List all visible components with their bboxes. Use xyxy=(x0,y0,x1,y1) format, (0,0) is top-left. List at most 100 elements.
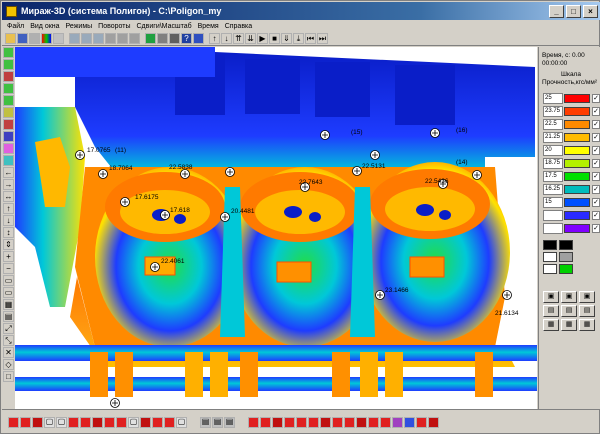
arrow-down-small-icon[interactable]: ↓ xyxy=(3,215,14,226)
legend-checkbox[interactable]: ✓ xyxy=(592,224,600,233)
arrow-left-icon[interactable]: ← xyxy=(3,167,14,178)
legend-row[interactable]: 23.75 ✓ xyxy=(543,106,600,117)
legend-row[interactable]: ✓ xyxy=(543,223,600,234)
copy-icon[interactable]: ▭ xyxy=(3,275,14,286)
view-front-icon[interactable] xyxy=(105,33,116,44)
color-red-icon[interactable] xyxy=(416,416,427,428)
probe-icon[interactable] xyxy=(3,47,14,58)
down-end-icon[interactable]: ⤓ xyxy=(293,33,304,44)
probe-list-icon[interactable] xyxy=(3,95,14,106)
legend-row[interactable]: 17.5 ✓ xyxy=(543,171,600,182)
arrow-up-small-icon[interactable]: ↑ xyxy=(3,203,14,214)
black-swatch[interactable] xyxy=(543,240,557,250)
legend-row[interactable]: 18.75 ✓ xyxy=(543,158,600,169)
color-red-icon[interactable] xyxy=(92,416,103,428)
chart-icon[interactable] xyxy=(53,33,64,44)
legend-row[interactable]: ✓ xyxy=(543,210,600,221)
rotate-y-icon[interactable] xyxy=(81,33,92,44)
probe-export-icon[interactable] xyxy=(3,131,14,142)
down-fast-icon[interactable]: ⇓ xyxy=(281,33,292,44)
fill-icon[interactable] xyxy=(145,33,156,44)
color-red-icon[interactable] xyxy=(104,416,115,428)
color-red-icon[interactable] xyxy=(344,416,355,428)
black-swatch[interactable] xyxy=(559,240,573,250)
rotate-z-icon[interactable] xyxy=(93,33,104,44)
probe-remove-icon[interactable] xyxy=(3,71,14,82)
paste-icon[interactable]: ▭ xyxy=(3,287,14,298)
probe-graph-icon[interactable] xyxy=(3,107,14,118)
move-vertical-icon[interactable]: ↕ xyxy=(3,227,14,238)
probe-marker[interactable] xyxy=(352,166,362,176)
tool-button[interactable]: ▣ xyxy=(561,291,577,303)
color-red-icon[interactable] xyxy=(260,416,271,428)
color-red-icon[interactable] xyxy=(248,416,259,428)
legend-checkbox[interactable]: ✓ xyxy=(592,120,600,129)
arrow-right-icon[interactable]: → xyxy=(3,179,14,190)
help-icon[interactable]: ? xyxy=(181,33,192,44)
probe-marker[interactable] xyxy=(225,167,235,177)
legend-row[interactable]: 22.5 ✓ xyxy=(543,119,600,130)
arrow-down-icon[interactable]: ↓ xyxy=(221,33,232,44)
color-red-icon[interactable] xyxy=(80,416,91,428)
menu-file[interactable]: Файл xyxy=(4,23,27,30)
color-red-icon[interactable] xyxy=(140,416,151,428)
step-down-icon[interactable]: ⇊ xyxy=(245,33,256,44)
table-icon[interactable]: ▤ xyxy=(3,311,14,322)
menu-time[interactable]: Время xyxy=(195,23,222,30)
mesh-icon[interactable] xyxy=(157,33,168,44)
probe-marker[interactable] xyxy=(75,150,85,160)
color-red-icon[interactable] xyxy=(308,416,319,428)
zoom-in-icon[interactable]: + xyxy=(3,251,14,262)
frame-icon[interactable]: □ xyxy=(3,371,14,382)
menu-modes[interactable]: Режимы xyxy=(63,23,96,30)
probe-marker[interactable] xyxy=(370,150,380,160)
color-blue-icon[interactable] xyxy=(404,416,415,428)
probe-move-icon[interactable] xyxy=(3,83,14,94)
tool-button[interactable]: ▦ xyxy=(561,319,577,331)
legend-checkbox[interactable]: ✓ xyxy=(592,107,600,116)
book-icon[interactable] xyxy=(193,33,204,44)
expand-icon[interactable]: ⤢ xyxy=(3,323,14,334)
arrow-up-icon[interactable]: ↑ xyxy=(209,33,220,44)
probe-marker[interactable] xyxy=(220,212,230,222)
color-purple-icon[interactable] xyxy=(392,416,403,428)
gray-swatch[interactable] xyxy=(559,252,573,262)
white-swatch[interactable] xyxy=(543,252,557,262)
cube-icon[interactable]: ▢ xyxy=(128,416,139,428)
layers-icon[interactable]: ▤ xyxy=(200,416,211,428)
step-up-icon[interactable]: ⇈ xyxy=(233,33,244,44)
legend-checkbox[interactable]: ✓ xyxy=(592,94,600,103)
stop-icon[interactable]: ■ xyxy=(269,33,280,44)
cube-icon[interactable]: ▢ xyxy=(44,416,55,428)
zoom-out-icon[interactable]: − xyxy=(3,263,14,274)
legend-row[interactable]: 25 ✓ xyxy=(543,93,600,104)
play-icon[interactable]: ▶ xyxy=(257,33,268,44)
probe-clear-icon[interactable] xyxy=(3,119,14,130)
fit-icon[interactable]: ◇ xyxy=(3,359,14,370)
view-top-icon[interactable] xyxy=(117,33,128,44)
menu-shift-scale[interactable]: Сдвиги\Масштаб xyxy=(134,23,195,30)
probe-add-icon[interactable] xyxy=(3,59,14,70)
probe-marker[interactable] xyxy=(502,290,512,300)
move-center-icon[interactable]: ⇕ xyxy=(3,239,14,250)
probe-color-icon[interactable] xyxy=(3,143,14,154)
color-red-icon[interactable] xyxy=(68,416,79,428)
legend-checkbox[interactable]: ✓ xyxy=(592,198,600,207)
print-icon[interactable] xyxy=(29,33,40,44)
grid-icon[interactable]: ▦ xyxy=(3,299,14,310)
cross-icon[interactable]: ✕ xyxy=(3,347,14,358)
color-red-icon[interactable] xyxy=(116,416,127,428)
save-icon[interactable] xyxy=(17,33,28,44)
color-red-icon[interactable] xyxy=(320,416,331,428)
shrink-icon[interactable]: ⤡ xyxy=(3,335,14,346)
probe-marker[interactable] xyxy=(160,210,170,220)
minimize-button[interactable]: _ xyxy=(549,4,564,18)
color-red-icon[interactable] xyxy=(380,416,391,428)
arrow-both-icon[interactable]: ↔ xyxy=(3,191,14,202)
menu-view[interactable]: Вид окна xyxy=(27,23,62,30)
color-red-icon[interactable] xyxy=(164,416,175,428)
legend-row[interactable]: 15 ✓ xyxy=(543,197,600,208)
color-red-icon[interactable] xyxy=(332,416,343,428)
maximize-button[interactable]: □ xyxy=(566,4,581,18)
tool-button[interactable]: ▦ xyxy=(543,319,559,331)
